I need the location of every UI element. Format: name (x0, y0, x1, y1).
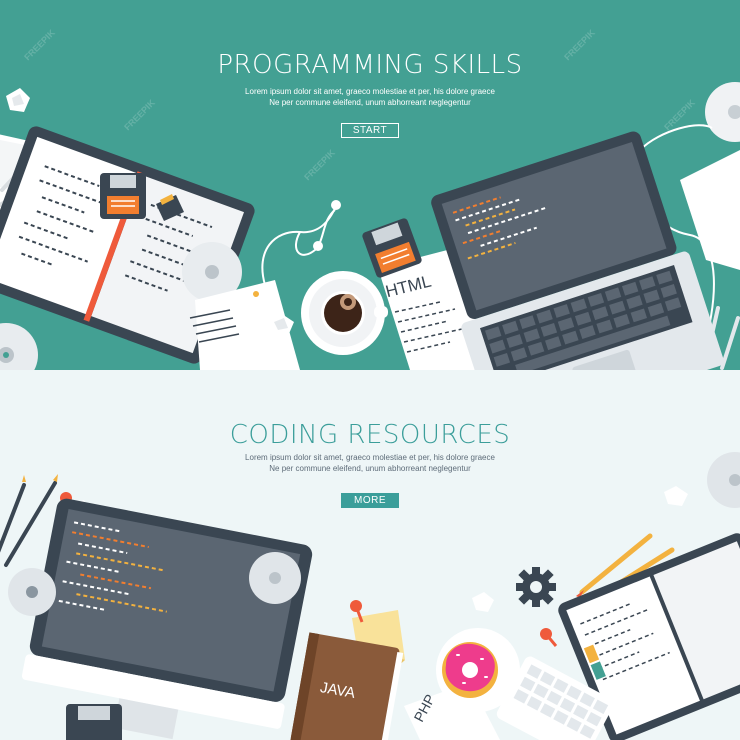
cd-disc-icon (249, 552, 301, 604)
gear-icon (516, 567, 556, 607)
page-title: PROGRAMMING SKILLS (217, 50, 523, 80)
subtitle-line-2: Ne per commune eleifend, unum abhorreant… (269, 464, 471, 473)
subtitle-line-2: Ne per commune eleifend, unum abhorreant… (269, 98, 471, 107)
start-button[interactable]: START (341, 123, 399, 138)
top-banner: PROGRAMMING SKILLS Lorem ipsum dolor sit… (0, 0, 740, 370)
subtitle-line-1: Lorem ipsum dolor sit amet, graeco moles… (245, 87, 495, 96)
subtitle: Lorem ipsum dolor sit amet, graeco moles… (0, 86, 740, 108)
subtitle-line-1: Lorem ipsum dolor sit amet, graeco moles… (245, 453, 495, 462)
cd-disc-icon (8, 568, 56, 616)
page-title-secondary: CODING RESOURCES (229, 420, 511, 450)
floppy-disk-icon (100, 173, 146, 219)
bottom-banner: CODING RESOURCES Lorem ipsum dolor sit a… (0, 370, 740, 740)
floppy-disk-icon (66, 704, 122, 740)
more-button[interactable]: MORE (341, 493, 399, 508)
subtitle: Lorem ipsum dolor sit amet, graeco moles… (0, 452, 740, 474)
